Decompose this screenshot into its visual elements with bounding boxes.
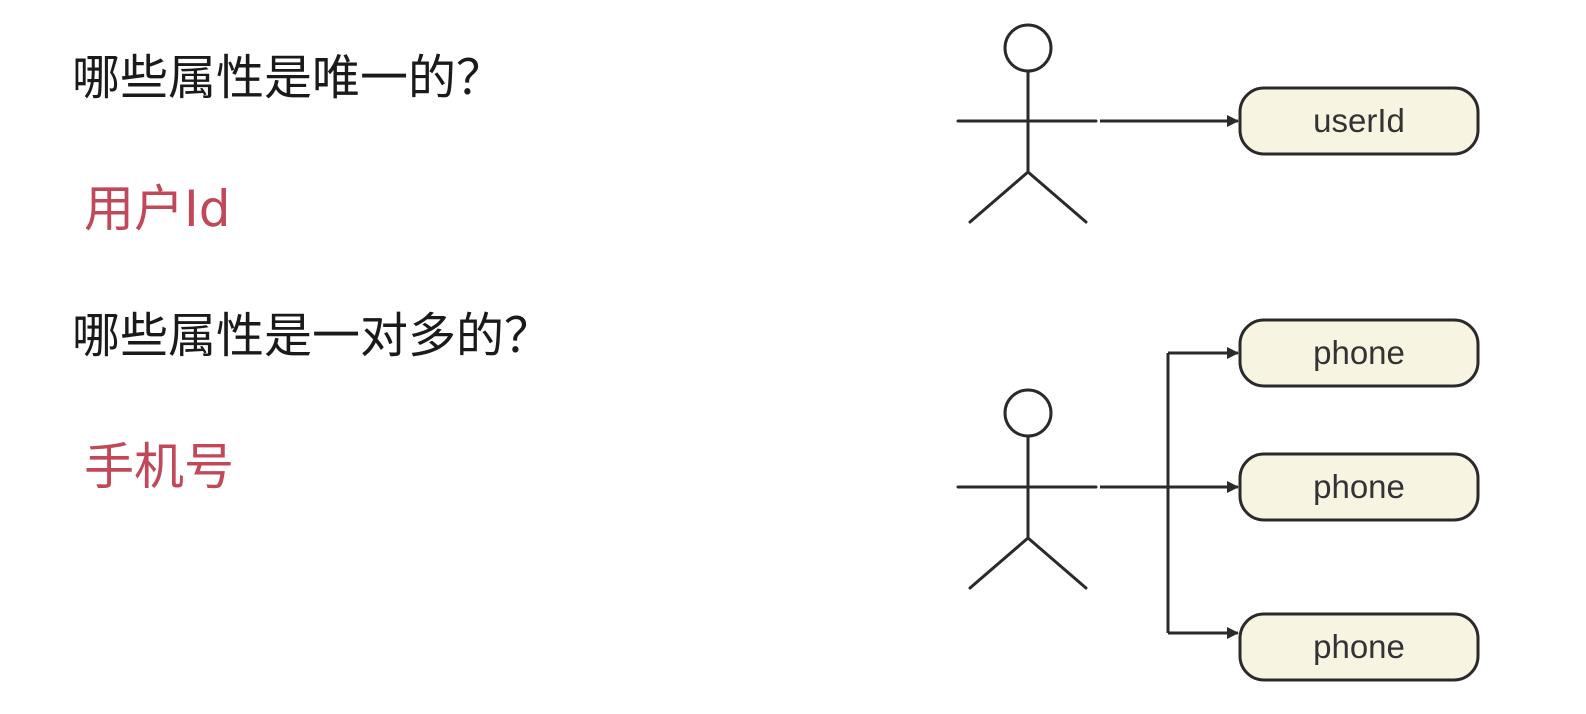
userid-node: userId (1238, 86, 1480, 156)
phone-node-3: phone (1238, 612, 1480, 682)
user-actor-icon (956, 388, 1098, 590)
phone-node-1: phone (1238, 318, 1480, 388)
phone-node-label: phone (1313, 334, 1405, 371)
userid-node-label: userId (1313, 102, 1405, 139)
phone-node-2: phone (1238, 452, 1480, 522)
user-actor-icon (956, 23, 1098, 224)
phone-node-label: phone (1313, 468, 1405, 505)
one-to-many-connector (1100, 353, 1170, 633)
relationship-diagram: userId phone phone phone (956, 23, 1480, 682)
phone-node-label: phone (1313, 628, 1405, 665)
